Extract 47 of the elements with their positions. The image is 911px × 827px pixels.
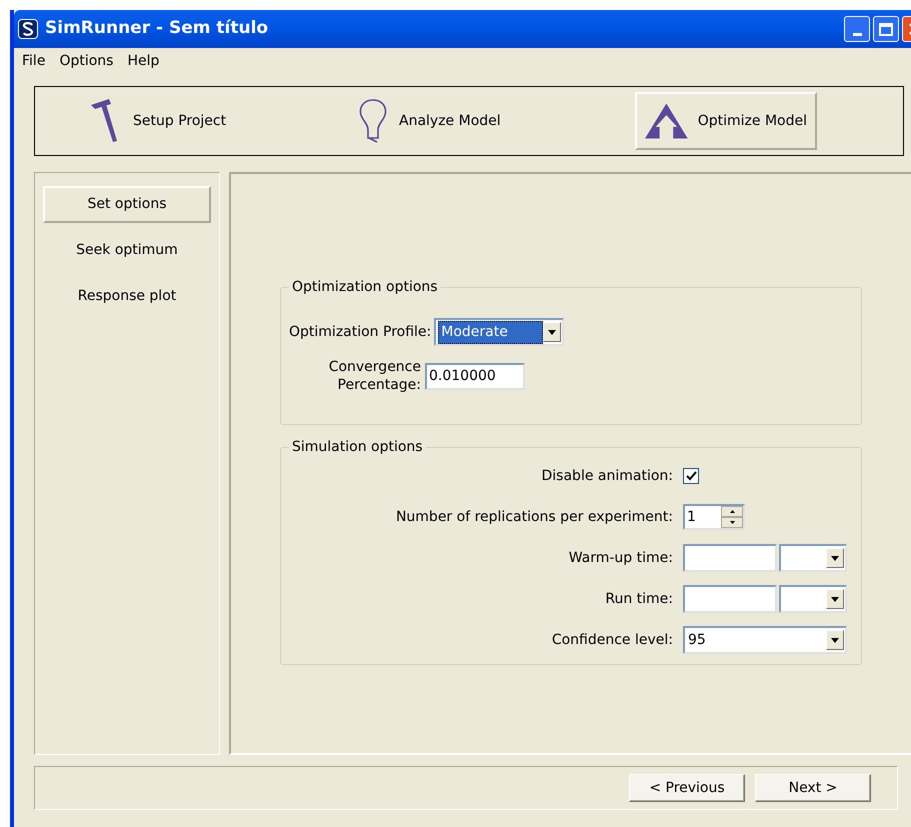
caret-down-icon bbox=[831, 556, 839, 560]
lightbulb-icon bbox=[357, 98, 389, 144]
time-unit-dropdown[interactable] bbox=[779, 544, 847, 572]
dropdown-arrow-button[interactable] bbox=[543, 322, 562, 342]
window-title: SimRunner - Sem título bbox=[45, 17, 268, 40]
convergence-input[interactable]: 0.010000 bbox=[425, 362, 525, 390]
caret-down-icon bbox=[548, 330, 556, 334]
dropdown-arrow-button[interactable] bbox=[826, 589, 844, 609]
spin-up-button[interactable] bbox=[721, 506, 743, 517]
group-title: Simulation options bbox=[291, 438, 424, 457]
next-button[interactable]: Next > bbox=[755, 774, 871, 802]
time-input[interactable] bbox=[683, 585, 777, 613]
sidebar-item[interactable]: Set options bbox=[43, 186, 211, 223]
mountain-arrow-icon bbox=[645, 103, 688, 139]
maximize-button[interactable] bbox=[873, 16, 899, 42]
step-tab[interactable]: Optimize Model bbox=[635, 92, 817, 150]
profile-dropdown[interactable]: Moderate bbox=[434, 318, 564, 346]
confidence-dropdown[interactable]: 95 bbox=[683, 626, 847, 654]
app-logo-icon bbox=[18, 19, 38, 39]
checkbox[interactable] bbox=[683, 468, 699, 484]
menu-item[interactable]: Help bbox=[127, 50, 160, 72]
replications-spinner[interactable]: 1 bbox=[683, 504, 745, 530]
dropdown-arrow-button[interactable] bbox=[826, 548, 844, 568]
field-label: Number of replications per experiment: bbox=[394, 508, 673, 526]
field-label: Disable animation: bbox=[540, 466, 673, 486]
field-label: Confidence level: bbox=[550, 630, 673, 650]
dropdown-arrow-button[interactable] bbox=[826, 630, 844, 650]
step-tab[interactable]: Setup Project bbox=[77, 92, 297, 150]
sidebar-item[interactable]: Seek optimum bbox=[43, 232, 211, 269]
spin-down-button[interactable] bbox=[721, 517, 743, 528]
field-label: Run time: bbox=[604, 590, 673, 608]
caret-down-icon bbox=[831, 596, 839, 602]
menu-item[interactable]: Options bbox=[59, 50, 114, 72]
caret-up-icon bbox=[730, 510, 734, 513]
field-label: Convergence Percentage: bbox=[328, 358, 421, 394]
minimize-button[interactable] bbox=[844, 16, 870, 42]
previous-button[interactable]: < Previous bbox=[629, 774, 745, 802]
group-title: Optimization options bbox=[291, 278, 439, 297]
time-input[interactable] bbox=[683, 544, 777, 572]
menu-item[interactable]: File bbox=[22, 50, 46, 72]
time-unit-dropdown[interactable] bbox=[779, 585, 847, 613]
caret-down-icon bbox=[730, 521, 734, 524]
caret-down-icon bbox=[831, 638, 839, 642]
step-tab[interactable]: Analyze Model bbox=[347, 92, 617, 150]
sidebar-item[interactable]: Response plot bbox=[43, 278, 211, 315]
field-label: Optimization Profile: bbox=[289, 322, 432, 342]
field-label: Warm-up time: bbox=[568, 548, 673, 568]
